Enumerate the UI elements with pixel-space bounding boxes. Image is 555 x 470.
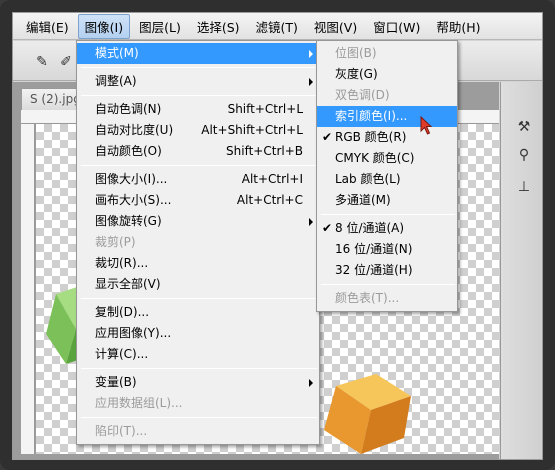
mouse-cursor-icon xyxy=(420,116,433,135)
document-tab-title: S (2).jpg xyxy=(30,92,81,106)
mode-menu-item[interactable]: 16 位/通道(N) xyxy=(317,239,457,260)
submenu-arrow-icon xyxy=(309,379,313,387)
image-menu-item[interactable]: 复制(D)... xyxy=(77,302,319,323)
menu-separator xyxy=(81,417,317,418)
image-menu-item[interactable]: 调整(A) xyxy=(77,71,319,92)
menubar-item[interactable]: 视图(V) xyxy=(307,14,364,39)
menu-item-label: 显示全部(V) xyxy=(95,277,161,291)
mode-menu-item[interactable]: ✔ RGB 颜色(R) xyxy=(317,127,457,148)
menu-item-label: 应用图像(Y)... xyxy=(95,326,172,340)
menu-item-shortcut: Alt+Shift+Ctrl+L xyxy=(201,123,303,137)
menu-item-label: 8 位/通道(A) xyxy=(335,221,405,235)
image-menu-item: 应用数据组(L)... xyxy=(77,393,319,414)
menu-item-shortcut: Shift+Ctrl+B xyxy=(226,144,303,158)
menu-item-label: 图像旋转(G) xyxy=(95,214,162,228)
brush-preset-icon[interactable]: ✐ xyxy=(57,53,75,71)
menu-item-label: 调整(A) xyxy=(95,74,137,88)
menu-item-label: 计算(C)... xyxy=(95,347,149,361)
image-menu-item[interactable]: 显示全部(V) xyxy=(77,274,319,295)
menubar-item[interactable]: 窗口(W) xyxy=(366,14,427,39)
menu-item-label: 画布大小(S)... xyxy=(95,193,172,207)
mode-menu-item[interactable]: 索引颜色(I)... xyxy=(317,106,457,127)
menu-item-label: 复制(D)... xyxy=(95,305,150,319)
image-menu-item[interactable]: 应用图像(Y)... xyxy=(77,323,319,344)
submenu-arrow-icon xyxy=(309,218,313,226)
menu-item-label: 模式(M) xyxy=(95,46,139,60)
image-menu-item[interactable]: 自动颜色(O) Shift+Ctrl+B xyxy=(77,141,319,162)
menu-separator xyxy=(81,95,317,96)
mode-menu-item[interactable]: 多通道(M) xyxy=(317,190,457,211)
menu-separator xyxy=(81,165,317,166)
image-menu-item[interactable]: 画布大小(S)... Alt+Ctrl+C xyxy=(77,190,319,211)
menu-item-label: 索引颜色(I)... xyxy=(335,109,408,123)
menu-item-shortcut: Alt+Ctrl+I xyxy=(241,172,303,186)
mode-menu-item[interactable]: 灰度(G) xyxy=(317,64,457,85)
menubar-item[interactable]: 帮助(H) xyxy=(429,14,487,39)
image-menu-item[interactable]: 计算(C)... xyxy=(77,344,319,365)
menubar-item[interactable]: 图层(L) xyxy=(132,14,188,39)
image-menu-item[interactable]: 变量(B) xyxy=(77,372,319,393)
right-panel-dock: ⚒ ⚲ ⊥ xyxy=(500,82,542,459)
menu-item-label: 应用数据组(L)... xyxy=(95,396,183,410)
menu-item-label: 自动对比度(U) xyxy=(95,123,174,137)
mode-menu-item: 颜色表(T)... xyxy=(317,288,457,309)
menu-item-label: 图像大小(I)... xyxy=(95,172,168,186)
menu-item-label: 陷印(T)... xyxy=(95,424,148,438)
menu-item-shortcut: Shift+Ctrl+L xyxy=(227,102,303,116)
mode-menu-item[interactable]: Lab 颜色(L) xyxy=(317,169,457,190)
image-menu-item[interactable]: 裁切(R)... xyxy=(77,253,319,274)
menu-item-label: Lab 颜色(L) xyxy=(335,172,401,186)
menu-item-label: 多通道(M) xyxy=(335,193,391,207)
menu-item-label: 颜色表(T)... xyxy=(335,291,400,305)
mode-menu-item: 位图(B) xyxy=(317,43,457,64)
stamp-icon[interactable]: ⊥ xyxy=(513,176,535,198)
mode-menu-item[interactable]: ✔ 8 位/通道(A) xyxy=(317,218,457,239)
image-menu-item: 裁剪(P) xyxy=(77,232,319,253)
image-menu-item[interactable]: 自动色调(N) Shift+Ctrl+L xyxy=(77,99,319,120)
mode-menu-item[interactable]: 32 位/通道(H) xyxy=(317,260,457,281)
menu-item-label: 灰度(G) xyxy=(335,67,378,81)
image-menu-item[interactable]: 模式(M) xyxy=(77,43,319,64)
vertical-ruler xyxy=(21,124,35,454)
menubar-item[interactable]: 滤镜(T) xyxy=(249,14,305,39)
menu-separator xyxy=(81,67,317,68)
menu-item-label: 位图(B) xyxy=(335,46,377,60)
mode-menu-item: 双色调(D) xyxy=(317,85,457,106)
menu-separator xyxy=(321,284,455,285)
orange-cube-image xyxy=(324,374,411,454)
clone-source-icon[interactable]: ⚲ xyxy=(513,144,535,166)
submenu-arrow-icon xyxy=(309,50,313,58)
image-menu: 模式(M) 调整(A) 自动色调(N) Shift+Ctrl+L 自动对比度(U) Alt… xyxy=(76,40,320,445)
menu-bar: 编辑(E) 图像(I) 图层(L) 选择(S) 滤镜(T) 视图(V) 窗口(W) 帮助(H) xyxy=(13,13,542,40)
brush-tool-icon[interactable]: ✎ xyxy=(33,53,51,71)
menu-item-label: 裁剪(P) xyxy=(95,235,136,249)
tool-presets-icon[interactable]: ⚒ xyxy=(513,116,535,138)
menu-item-shortcut: Alt+Ctrl+C xyxy=(236,193,303,207)
image-menu-item: 陷印(T)... xyxy=(77,421,319,442)
mode-menu-item[interactable]: CMYK 颜色(C) xyxy=(317,148,457,169)
menu-item-label: 32 位/通道(H) xyxy=(335,263,413,277)
image-menu-item[interactable]: 自动对比度(U) Alt+Shift+Ctrl+L xyxy=(77,120,319,141)
checkmark-icon: ✔ xyxy=(322,130,333,144)
image-menu-item[interactable]: 图像旋转(G) xyxy=(77,211,319,232)
menu-separator xyxy=(81,368,317,369)
menubar-item[interactable]: 选择(S) xyxy=(190,14,247,39)
menu-item-label: 变量(B) xyxy=(95,375,137,389)
menubar-item[interactable]: 图像(I) xyxy=(77,13,131,39)
menu-separator xyxy=(81,298,317,299)
submenu-arrow-icon xyxy=(309,78,313,86)
mode-submenu: 位图(B) 灰度(G) 双色调(D) 索引颜色(I)... ✔ RGB 颜色(R) CMYK… xyxy=(316,40,458,312)
menu-item-label: 自动颜色(O) xyxy=(95,144,162,158)
menu-item-label: CMYK 颜色(C) xyxy=(335,151,415,165)
menu-item-label: RGB 颜色(R) xyxy=(335,130,407,144)
checkmark-icon: ✔ xyxy=(322,221,333,235)
menu-separator xyxy=(321,214,455,215)
menu-item-label: 16 位/通道(N) xyxy=(335,242,413,256)
menu-item-label: 自动色调(N) xyxy=(95,102,162,116)
menu-item-label: 双色调(D) xyxy=(335,88,390,102)
image-menu-item[interactable]: 图像大小(I)... Alt+Ctrl+I xyxy=(77,169,319,190)
menubar-item[interactable]: 编辑(E) xyxy=(19,14,76,39)
menu-item-label: 裁切(R)... xyxy=(95,256,149,270)
